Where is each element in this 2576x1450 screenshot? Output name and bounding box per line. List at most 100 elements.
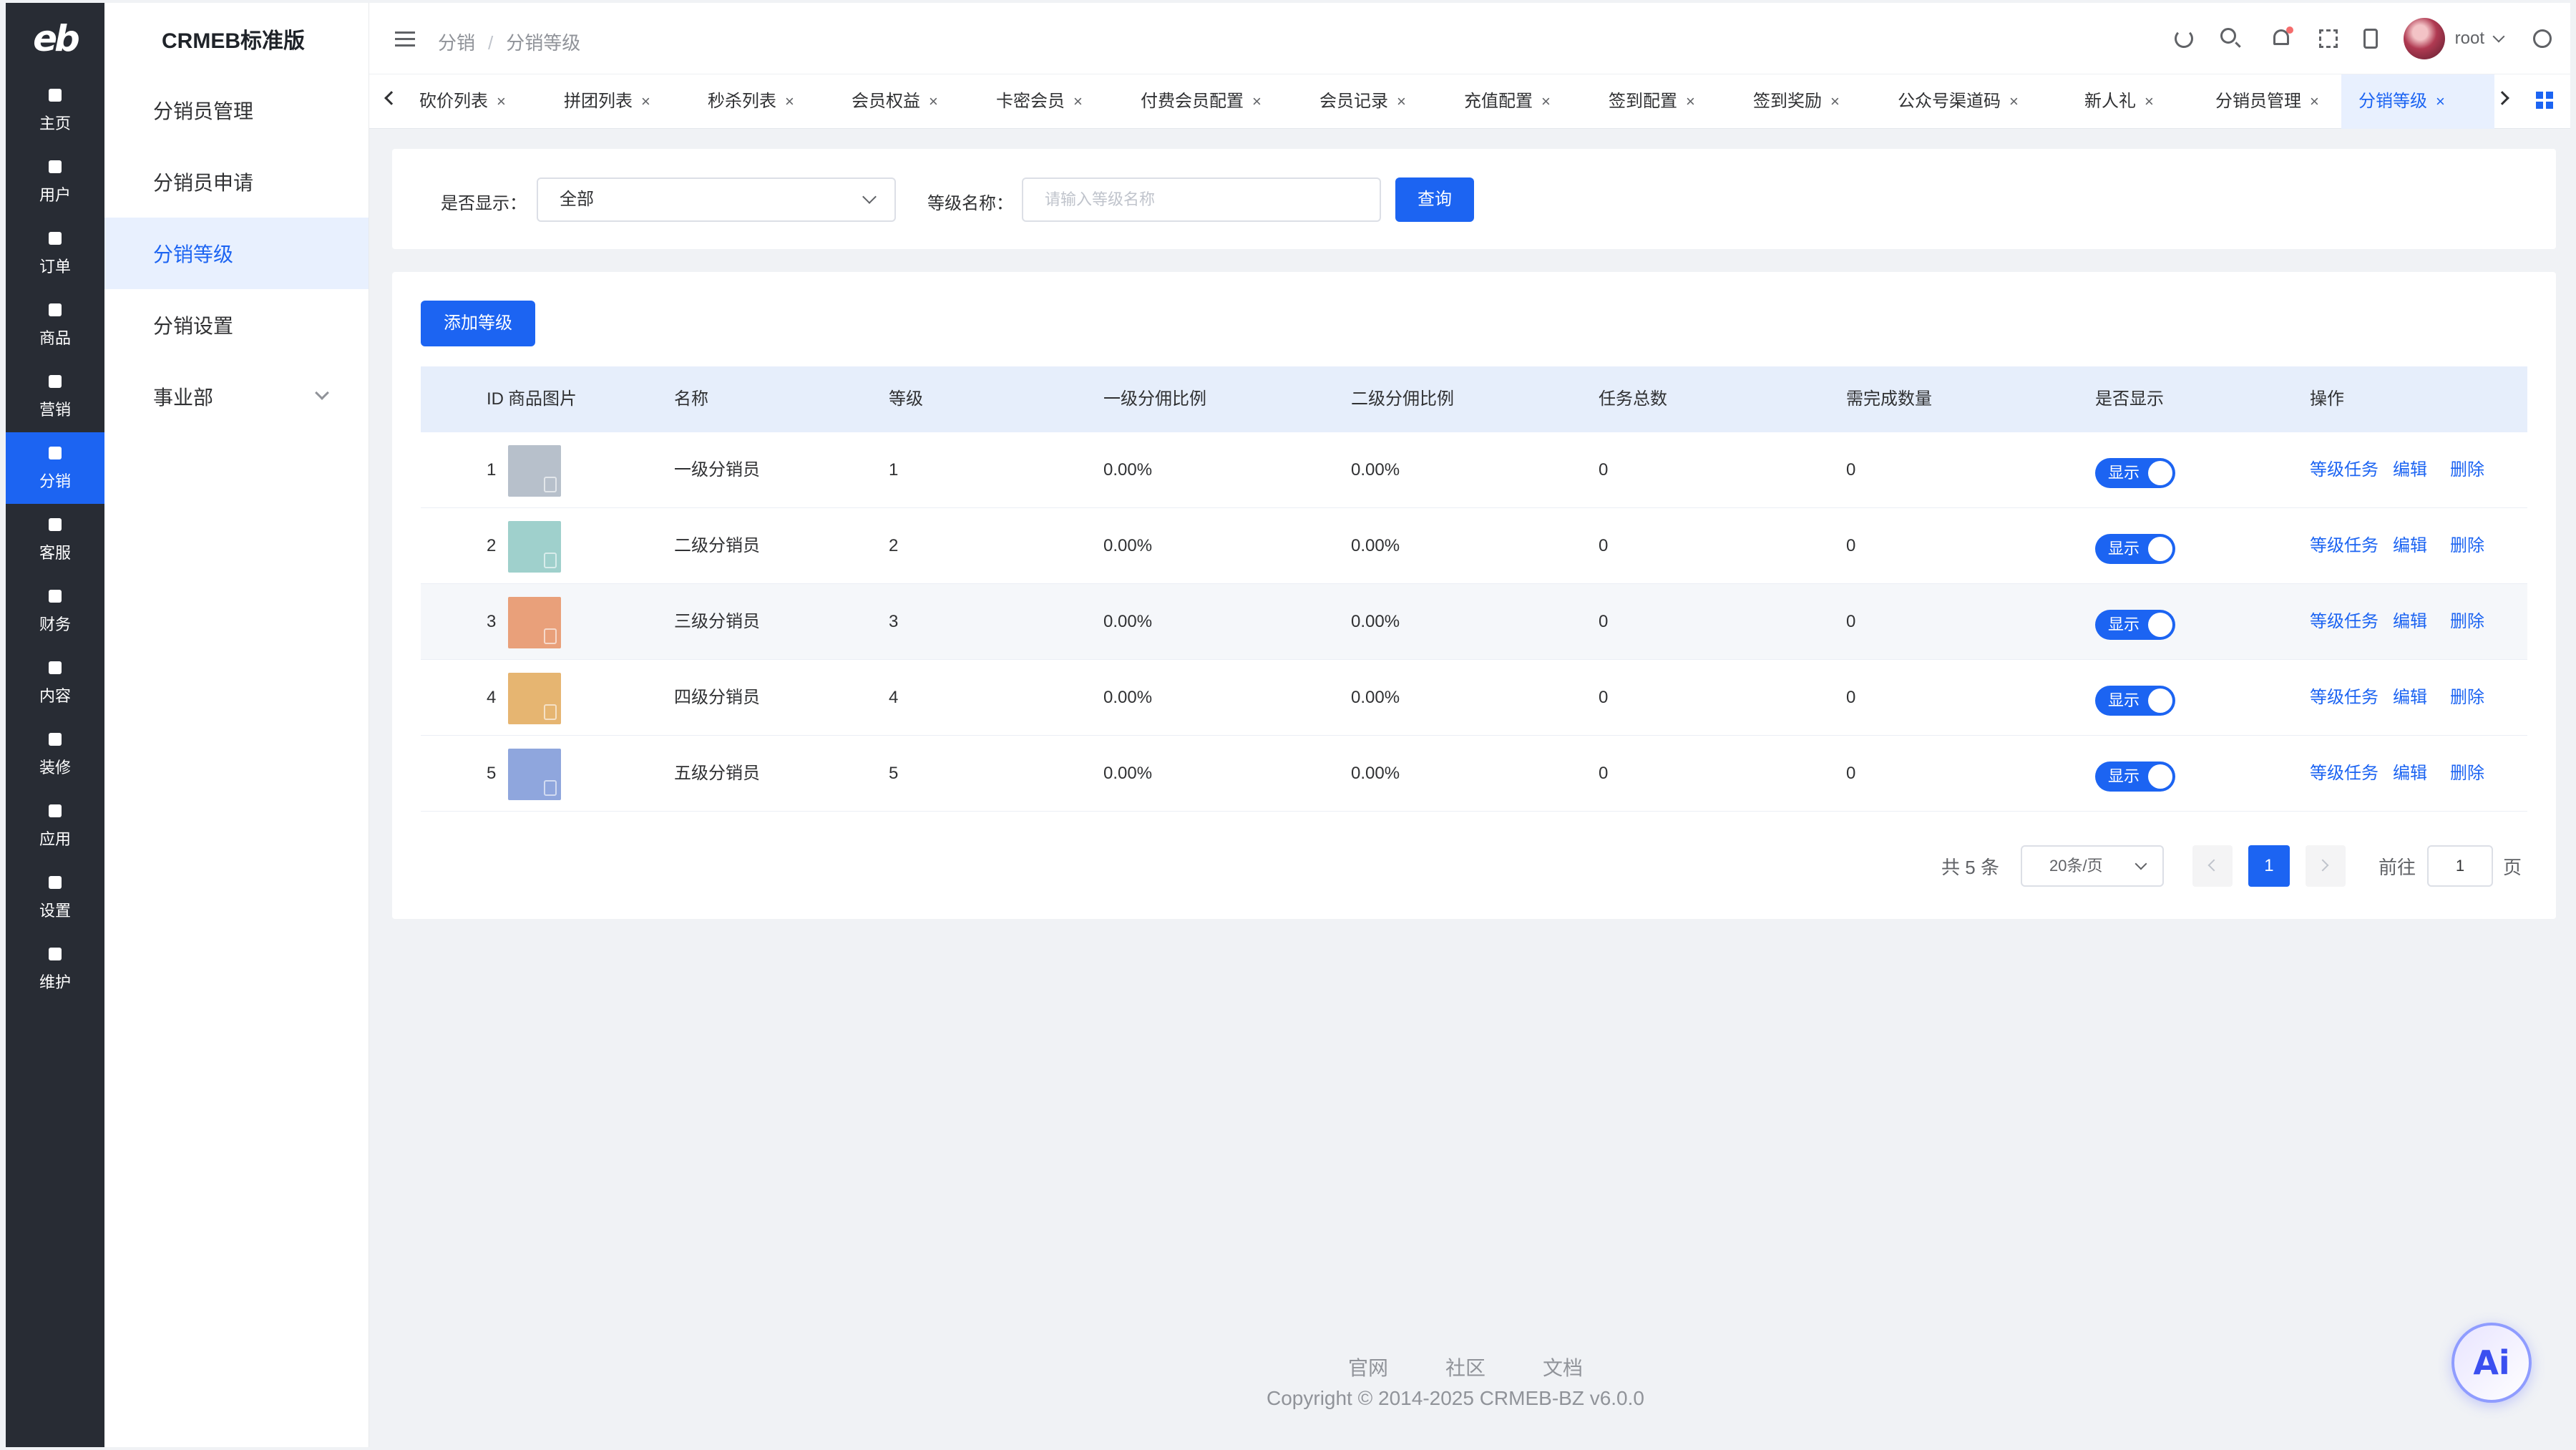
- delete-link[interactable]: 删除: [2450, 660, 2484, 736]
- submenu-item[interactable]: 事业部: [104, 361, 369, 432]
- submenu-item[interactable]: 分销等级: [104, 218, 369, 289]
- delete-link[interactable]: 删除: [2450, 584, 2484, 660]
- breadcrumb-item[interactable]: 分销: [438, 32, 475, 54]
- close-icon[interactable]: ×: [1541, 92, 1551, 110]
- level-image[interactable]: [508, 749, 561, 800]
- level-image[interactable]: [508, 673, 561, 724]
- username[interactable]: root: [2455, 29, 2484, 49]
- rail-item-send[interactable]: 分销: [6, 432, 104, 504]
- ai-assistant-button[interactable]: Ai: [2451, 1323, 2532, 1403]
- level-task-link[interactable]: 等级任务: [2310, 736, 2379, 812]
- tab-item[interactable]: 会员权益 ×: [834, 74, 970, 129]
- level-image[interactable]: [508, 597, 561, 648]
- rail-item-maintenance[interactable]: 维护: [6, 933, 104, 1005]
- edit-link[interactable]: 编辑: [2393, 432, 2427, 508]
- gear-icon[interactable]: [2533, 29, 2552, 48]
- close-icon[interactable]: ×: [2145, 92, 2154, 110]
- close-icon[interactable]: ×: [1397, 92, 1406, 110]
- delete-link[interactable]: 删除: [2450, 736, 2484, 812]
- query-button[interactable]: 查询: [1395, 177, 1474, 222]
- delete-link[interactable]: 删除: [2450, 432, 2484, 508]
- tab-item[interactable]: 砍价列表 ×: [402, 74, 538, 129]
- submenu-item[interactable]: 分销设置: [104, 289, 369, 361]
- tab-item[interactable]: 签到配置 ×: [1591, 74, 1727, 129]
- rail-item-home[interactable]: 主页: [6, 74, 104, 146]
- show-toggle[interactable]: 显示: [2095, 762, 2175, 792]
- rail-item-order[interactable]: 订单: [6, 218, 104, 289]
- refresh-icon[interactable]: [2174, 29, 2193, 48]
- edit-link[interactable]: 编辑: [2393, 584, 2427, 660]
- close-icon[interactable]: ×: [1686, 92, 1695, 110]
- level-task-link[interactable]: 等级任务: [2310, 432, 2379, 508]
- tags-scroll-left-icon[interactable]: [384, 91, 399, 105]
- close-icon[interactable]: ×: [641, 92, 650, 110]
- edit-link[interactable]: 编辑: [2393, 660, 2427, 736]
- show-toggle[interactable]: 显示: [2095, 610, 2175, 640]
- level-name-input[interactable]: [1022, 177, 1381, 222]
- level-task-link[interactable]: 等级任务: [2310, 508, 2379, 584]
- level-task-link[interactable]: 等级任务: [2310, 660, 2379, 736]
- tab-item[interactable]: 分销员管理 ×: [2198, 74, 2336, 129]
- show-toggle[interactable]: 显示: [2095, 686, 2175, 716]
- rail-item-marketing[interactable]: 营销: [6, 361, 104, 432]
- next-page-button[interactable]: [2305, 845, 2346, 887]
- notification-bell-icon[interactable]: [2269, 26, 2293, 51]
- close-icon[interactable]: ×: [1073, 92, 1083, 110]
- menu-toggle-icon[interactable]: [395, 31, 415, 47]
- page-size-select[interactable]: 20条/页: [2020, 845, 2164, 887]
- rail-item-brush[interactable]: 装修: [6, 719, 104, 790]
- footer-link-community[interactable]: 社区: [1445, 1353, 1485, 1381]
- fullscreen-icon[interactable]: [2318, 29, 2338, 48]
- goto-page-input[interactable]: [2426, 845, 2493, 887]
- submenu-item[interactable]: 分销员管理: [104, 74, 369, 146]
- rail-item-wallet[interactable]: 财务: [6, 575, 104, 647]
- rail-item-book[interactable]: 内容: [6, 647, 104, 719]
- rail-item-bell[interactable]: 客服: [6, 504, 104, 575]
- level-image[interactable]: [508, 521, 561, 573]
- grid-menu-icon[interactable]: [2536, 92, 2553, 109]
- level-task-link[interactable]: 等级任务: [2310, 584, 2379, 660]
- tags-scroll-right-icon[interactable]: [2495, 91, 2509, 105]
- tab-item[interactable]: 会员记录 ×: [1302, 74, 1438, 129]
- mobile-preview-icon[interactable]: [2363, 29, 2378, 49]
- tab-item[interactable]: 秒杀列表 ×: [691, 74, 826, 129]
- tab-item[interactable]: 卡密会员 ×: [979, 74, 1115, 129]
- level-image[interactable]: [508, 445, 561, 497]
- prev-page-button[interactable]: [2192, 845, 2233, 887]
- rail-item-apps[interactable]: 应用: [6, 790, 104, 862]
- tab-item[interactable]: 新人礼 ×: [2067, 74, 2189, 129]
- rail-item-gear[interactable]: 设置: [6, 862, 104, 933]
- tab-item[interactable]: 拼团列表 ×: [547, 74, 683, 129]
- tab-item[interactable]: 公众号渠道码 ×: [1880, 74, 2058, 129]
- delete-link[interactable]: 删除: [2450, 508, 2484, 584]
- tab-item[interactable]: 充值配置 ×: [1447, 74, 1583, 129]
- close-icon[interactable]: ×: [929, 92, 938, 110]
- close-icon[interactable]: ×: [497, 92, 506, 110]
- page-number-current[interactable]: 1: [2248, 845, 2290, 887]
- close-icon[interactable]: ×: [2310, 92, 2319, 110]
- show-filter-select[interactable]: 全部: [537, 177, 896, 222]
- tab-item[interactable]: 付费会员配置 ×: [1123, 74, 1294, 129]
- close-icon[interactable]: ×: [2009, 92, 2019, 110]
- tab-item[interactable]: 签到奖励 ×: [1736, 74, 1872, 129]
- search-icon[interactable]: [2219, 26, 2243, 51]
- app-logo[interactable]: eb: [6, 3, 104, 74]
- close-icon[interactable]: ×: [785, 92, 794, 110]
- add-level-button[interactable]: 添加等级: [421, 301, 535, 346]
- footer-link-official[interactable]: 官网: [1348, 1353, 1388, 1381]
- close-icon[interactable]: ×: [1252, 92, 1262, 110]
- footer-link-docs[interactable]: 文档: [1543, 1353, 1583, 1381]
- submenu-item[interactable]: 分销员申请: [104, 146, 369, 218]
- chevron-down-icon[interactable]: [2492, 30, 2505, 43]
- rail-item-user[interactable]: 用户: [6, 146, 104, 218]
- close-icon[interactable]: ×: [2436, 92, 2445, 110]
- rail-item-product[interactable]: 商品: [6, 289, 104, 361]
- show-toggle[interactable]: 显示: [2095, 534, 2175, 564]
- avatar[interactable]: [2403, 18, 2445, 59]
- edit-link[interactable]: 编辑: [2393, 736, 2427, 812]
- edit-link[interactable]: 编辑: [2393, 508, 2427, 584]
- rail-item-label: 订单: [39, 258, 71, 276]
- close-icon[interactable]: ×: [1830, 92, 1840, 110]
- tab-item[interactable]: 分销等级 ×: [2341, 74, 2494, 129]
- show-toggle[interactable]: 显示: [2095, 458, 2175, 488]
